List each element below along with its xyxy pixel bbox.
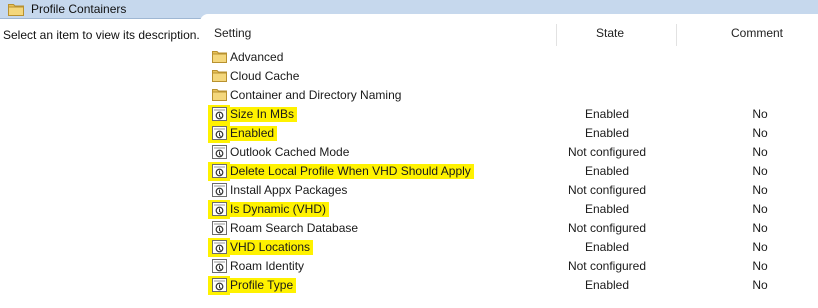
setting-label: Roam Identity bbox=[230, 259, 305, 273]
folder-icon bbox=[212, 50, 227, 64]
settings-list: Setting State Comment Advanced Cloud Cach… bbox=[200, 14, 818, 308]
setting-label: Is Dynamic (VHD) bbox=[228, 202, 330, 217]
setting-comment: No bbox=[752, 126, 768, 140]
setting-row[interactable]: Install Appx Packages Not configured No bbox=[200, 181, 818, 200]
setting-label: Profile Type bbox=[228, 278, 297, 293]
setting-row[interactable]: VHD Locations Enabled No bbox=[200, 238, 818, 257]
setting-comment: No bbox=[752, 259, 768, 273]
setting-comment: No bbox=[752, 278, 768, 292]
column-separator[interactable] bbox=[676, 24, 677, 46]
description-pane: Select an item to view its description. bbox=[0, 20, 200, 308]
setting-state: Not configured bbox=[567, 183, 647, 197]
setting-label: VHD Locations bbox=[228, 240, 314, 255]
folder-row[interactable]: Cloud Cache bbox=[200, 67, 818, 86]
policy-setting-icon bbox=[212, 145, 227, 159]
setting-row[interactable]: Delete Local Profile When VHD Should App… bbox=[200, 162, 818, 181]
setting-row[interactable]: Enabled Enabled No bbox=[200, 124, 818, 143]
setting-state: Enabled bbox=[584, 164, 630, 178]
setting-state: Not configured bbox=[567, 221, 647, 235]
setting-state: Enabled bbox=[584, 240, 630, 254]
folder-icon bbox=[212, 69, 227, 83]
setting-state: Enabled bbox=[584, 202, 630, 216]
setting-row[interactable]: Roam Identity Not configured No bbox=[200, 257, 818, 276]
setting-row[interactable]: Outlook Cached Mode Not configured No bbox=[200, 143, 818, 162]
policy-setting-icon bbox=[212, 259, 227, 273]
setting-comment: No bbox=[752, 202, 768, 216]
policy-setting-icon bbox=[212, 126, 227, 140]
folder-label: Cloud Cache bbox=[230, 69, 300, 83]
folder-row[interactable]: Advanced bbox=[200, 48, 818, 67]
policy-setting-icon bbox=[212, 107, 227, 121]
policy-setting-icon bbox=[212, 221, 227, 235]
setting-row[interactable]: Is Dynamic (VHD) Enabled No bbox=[200, 200, 818, 219]
policy-setting-icon bbox=[212, 240, 227, 254]
setting-label: Size In MBs bbox=[228, 107, 298, 122]
setting-label: Roam Search Database bbox=[230, 221, 359, 235]
setting-state: Not configured bbox=[567, 145, 647, 159]
policy-setting-icon bbox=[212, 183, 227, 197]
setting-comment: No bbox=[752, 164, 768, 178]
setting-row[interactable]: Size In MBs Enabled No bbox=[200, 105, 818, 124]
setting-state: Not configured bbox=[567, 259, 647, 273]
setting-label: Outlook Cached Mode bbox=[230, 145, 350, 159]
column-separator[interactable] bbox=[556, 24, 557, 46]
column-header-setting[interactable]: Setting bbox=[214, 26, 251, 40]
setting-comment: No bbox=[752, 240, 768, 254]
setting-label: Enabled bbox=[228, 126, 278, 141]
folder-icon bbox=[212, 88, 227, 102]
policy-setting-icon bbox=[212, 278, 227, 292]
policy-setting-icon bbox=[212, 202, 227, 216]
policy-setting-icon bbox=[212, 164, 227, 178]
folder-row[interactable]: Container and Directory Naming bbox=[200, 86, 818, 105]
description-text: Select an item to view its description. bbox=[3, 28, 200, 42]
column-header-comment[interactable]: Comment bbox=[731, 26, 783, 40]
setting-comment: No bbox=[752, 145, 768, 159]
window-title: Profile Containers bbox=[31, 2, 127, 16]
folder-icon bbox=[8, 4, 24, 16]
setting-state: Enabled bbox=[584, 126, 630, 140]
column-header-state[interactable]: State bbox=[596, 26, 624, 40]
setting-row[interactable]: Roam Search Database Not configured No bbox=[200, 219, 818, 238]
setting-state: Enabled bbox=[584, 278, 630, 292]
setting-comment: No bbox=[752, 183, 768, 197]
setting-label: Install Appx Packages bbox=[230, 183, 348, 197]
folder-label: Container and Directory Naming bbox=[230, 88, 402, 102]
setting-state: Enabled bbox=[584, 107, 630, 121]
setting-row[interactable]: Profile Type Enabled No bbox=[200, 276, 818, 295]
setting-comment: No bbox=[752, 107, 768, 121]
folder-label: Advanced bbox=[230, 50, 284, 64]
setting-label: Delete Local Profile When VHD Should App… bbox=[228, 164, 474, 179]
setting-comment: No bbox=[752, 221, 768, 235]
